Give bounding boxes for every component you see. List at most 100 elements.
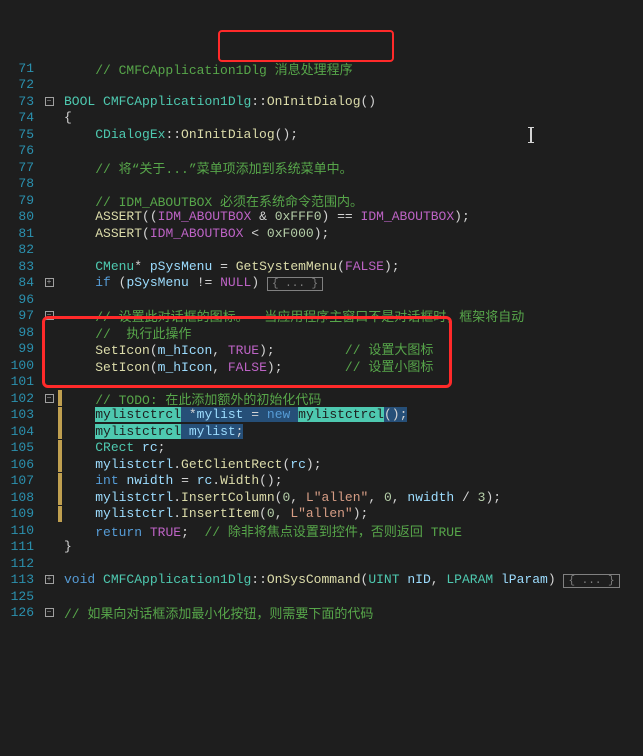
code-line[interactable]: 108 mylistctrl.InsertColumn(0, L"allen",… <box>0 489 643 506</box>
code-content[interactable]: void CMFCApplication1Dlg::OnSysCommand(U… <box>64 572 643 587</box>
code-line[interactable]: 75 CDialogEx::OnInitDialog(); <box>0 126 643 143</box>
line-number: 101 <box>0 374 40 389</box>
line-number: 100 <box>0 358 40 373</box>
code-line[interactable]: 79 // IDM_ABOUTBOX 必须在系统命令范围内。 <box>0 192 643 209</box>
code-line[interactable]: 83 CMenu* pSysMenu = GetSystemMenu(FALSE… <box>0 258 643 275</box>
code-line[interactable]: 112 <box>0 555 643 572</box>
code-content[interactable]: if (pSysMenu != NULL) { ... } <box>64 275 643 290</box>
code-content[interactable]: { <box>64 110 643 125</box>
code-content[interactable]: mylistctrcl mylist; <box>64 424 643 439</box>
line-number: 102 <box>0 391 40 406</box>
line-number: 82 <box>0 242 40 257</box>
code-line[interactable]: 78 <box>0 176 643 193</box>
fold-gutter: + <box>40 575 58 584</box>
line-number: 103 <box>0 407 40 422</box>
code-content[interactable]: // 将“关于...”菜单项添加到系统菜单中。 <box>64 158 643 177</box>
code-line[interactable]: 73−BOOL CMFCApplication1Dlg::OnInitDialo… <box>0 93 643 110</box>
line-number: 71 <box>0 61 40 76</box>
line-number: 111 <box>0 539 40 554</box>
code-line[interactable]: 84 + if (pSysMenu != NULL) { ... } <box>0 275 643 292</box>
code-content[interactable]: // CMFCApplication1Dlg 消息处理程序 <box>64 59 643 78</box>
code-content[interactable]: mylistctrcl *mylist = new mylistctrcl(); <box>64 407 643 422</box>
code-content[interactable]: BOOL CMFCApplication1Dlg::OnInitDialog() <box>64 94 643 109</box>
line-number: 98 <box>0 325 40 340</box>
fold-expand-icon[interactable]: + <box>45 575 54 584</box>
fold-collapse-icon[interactable]: − <box>45 311 54 320</box>
code-content[interactable]: SetIcon(m_hIcon, FALSE); // 设置小图标 <box>64 356 643 375</box>
code-line[interactable]: 100 SetIcon(m_hIcon, FALSE); // 设置小图标 <box>0 357 643 374</box>
code-content[interactable]: int nwidth = rc.Width(); <box>64 473 643 488</box>
code-content[interactable]: // TODO: 在此添加额外的初始化代码 <box>64 389 643 408</box>
code-line[interactable]: 99 SetIcon(m_hIcon, TRUE); // 设置大图标 <box>0 341 643 358</box>
code-content[interactable]: CDialogEx::OnInitDialog(); <box>64 127 643 142</box>
code-line[interactable]: 81 ASSERT(IDM_ABOUTBOX < 0xF000); <box>0 225 643 242</box>
code-line[interactable]: 105 CRect rc; <box>0 440 643 457</box>
line-number: 76 <box>0 143 40 158</box>
change-marker-icon <box>58 456 62 472</box>
code-content[interactable]: mylistctrl.InsertColumn(0, L"allen", 0, … <box>64 490 643 505</box>
code-line[interactable]: 74 { <box>0 110 643 127</box>
line-number: 113 <box>0 572 40 587</box>
code-content[interactable]: return TRUE; // 除非将焦点设置到控件，否则返回 TRUE <box>64 521 643 540</box>
change-marker-icon <box>58 473 62 489</box>
code-line[interactable]: 110 return TRUE; // 除非将焦点设置到控件，否则返回 TRUE <box>0 522 643 539</box>
line-number: 126 <box>0 605 40 620</box>
code-line[interactable]: 98 // 执行此操作 <box>0 324 643 341</box>
code-line[interactable]: 72 <box>0 77 643 94</box>
line-number: 96 <box>0 292 40 307</box>
line-number: 104 <box>0 424 40 439</box>
code-content[interactable]: CMenu* pSysMenu = GetSystemMenu(FALSE); <box>64 259 643 274</box>
fold-collapse-icon[interactable]: − <box>45 97 54 106</box>
code-content[interactable]: mylistctrl.InsertItem(0, L"allen"); <box>64 506 643 521</box>
fold-gutter: − <box>40 97 58 106</box>
code-line[interactable]: 97− // 设置此对话框的图标。 当应用程序主窗口不是对话框时，框架将自动 <box>0 308 643 325</box>
code-line[interactable]: 113 + void CMFCApplication1Dlg::OnSysComma… <box>0 572 643 589</box>
code-line[interactable]: 106 mylistctrl.GetClientRect(rc); <box>0 456 643 473</box>
line-number: 84 <box>0 275 40 290</box>
line-number: 125 <box>0 589 40 604</box>
change-marker-icon <box>58 390 62 406</box>
fold-gutter: − <box>40 311 58 320</box>
line-number: 78 <box>0 176 40 191</box>
code-content[interactable]: } <box>64 539 643 554</box>
code-line[interactable]: 126− // 如果向对话框添加最小化按钮，则需要下面的代码 <box>0 605 643 622</box>
fold-collapse-icon[interactable]: − <box>45 394 54 403</box>
code-content[interactable]: // IDM_ABOUTBOX 必须在系统命令范围内。 <box>64 191 643 210</box>
code-content[interactable]: mylistctrl.GetClientRect(rc); <box>64 457 643 472</box>
code-line[interactable]: 80 ASSERT((IDM_ABOUTBOX & 0xFFF0) == IDM… <box>0 209 643 226</box>
code-line[interactable]: 96 <box>0 291 643 308</box>
code-editor[interactable]: 71 // CMFCApplication1Dlg 消息处理程序7273−BOO… <box>0 60 643 621</box>
code-line[interactable]: 111} <box>0 539 643 556</box>
code-content[interactable]: ASSERT(IDM_ABOUTBOX < 0xF000); <box>64 226 643 241</box>
code-line[interactable]: 82 <box>0 242 643 259</box>
change-marker-icon <box>58 489 62 505</box>
line-number: 77 <box>0 160 40 175</box>
line-number: 75 <box>0 127 40 142</box>
code-line[interactable]: 107 int nwidth = rc.Width(); <box>0 473 643 490</box>
code-line[interactable]: 101 <box>0 374 643 391</box>
code-line[interactable]: 77 // 将“关于...”菜单项添加到系统菜单中。 <box>0 159 643 176</box>
fold-collapse-icon[interactable]: − <box>45 608 54 617</box>
code-line[interactable]: 76 <box>0 143 643 160</box>
code-line[interactable]: 109 mylistctrl.InsertItem(0, L"allen"); <box>0 506 643 523</box>
code-line[interactable]: 71 // CMFCApplication1Dlg 消息处理程序 <box>0 60 643 77</box>
fold-gutter: − <box>40 394 58 403</box>
code-line[interactable]: 125 <box>0 588 643 605</box>
line-number: 105 <box>0 440 40 455</box>
fold-expand-icon[interactable]: + <box>45 278 54 287</box>
line-number: 97 <box>0 308 40 323</box>
code-line[interactable]: 103 mylistctrcl *mylist = new mylistctrc… <box>0 407 643 424</box>
line-number: 80 <box>0 209 40 224</box>
code-content[interactable]: ASSERT((IDM_ABOUTBOX & 0xFFF0) == IDM_AB… <box>64 209 643 224</box>
line-number: 74 <box>0 110 40 125</box>
line-number: 72 <box>0 77 40 92</box>
line-number: 79 <box>0 193 40 208</box>
code-content[interactable]: // 如果向对话框添加最小化按钮，则需要下面的代码 <box>64 603 643 622</box>
code-content[interactable]: CRect rc; <box>64 440 643 455</box>
line-number: 81 <box>0 226 40 241</box>
fold-gutter: − <box>40 608 58 617</box>
change-marker-icon <box>58 423 62 439</box>
code-line[interactable]: 102− // TODO: 在此添加额外的初始化代码 <box>0 390 643 407</box>
line-number: 99 <box>0 341 40 356</box>
code-line[interactable]: 104 mylistctrcl mylist; <box>0 423 643 440</box>
